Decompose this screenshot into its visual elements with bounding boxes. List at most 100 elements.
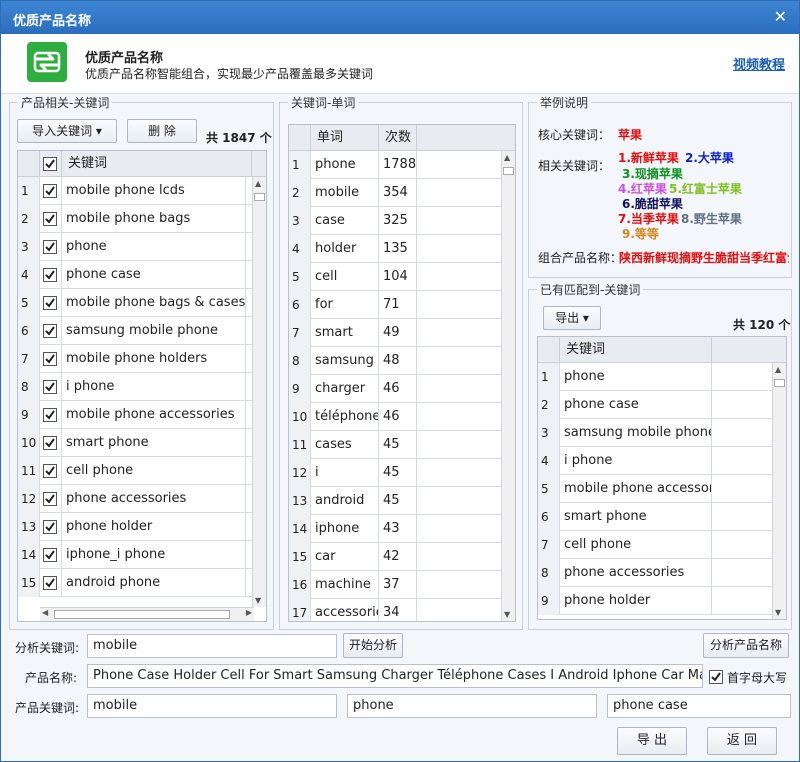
table-row[interactable]: 11 cell phone xyxy=(18,457,254,485)
row-checkbox-cell[interactable] xyxy=(40,569,62,597)
word-cell[interactable]: phone xyxy=(311,151,379,179)
table-row[interactable]: 1 phone xyxy=(538,363,774,391)
select-all-checkbox[interactable] xyxy=(40,151,62,177)
keyword-cell[interactable]: mobile phone holders xyxy=(62,345,246,373)
keyword-cell[interactable]: phone holder xyxy=(62,513,246,541)
row-checkbox[interactable] xyxy=(43,548,57,562)
word-cell[interactable]: mobile xyxy=(311,179,379,207)
word-cell[interactable]: accessories xyxy=(311,599,379,621)
row-checkbox[interactable] xyxy=(43,296,57,310)
row-checkbox[interactable] xyxy=(43,324,57,338)
row-checkbox-cell[interactable] xyxy=(40,233,62,261)
close-icon[interactable]: ✕ xyxy=(774,7,787,26)
row-checkbox-cell[interactable] xyxy=(40,429,62,457)
table-row[interactable]: 2 mobile phone bags xyxy=(18,205,254,233)
table-row[interactable]: 2 mobile 354 xyxy=(289,179,503,207)
matched-keyword-cell[interactable]: phone case xyxy=(560,391,712,419)
row-checkbox[interactable] xyxy=(43,240,57,254)
matched-keyword-cell[interactable]: cell phone xyxy=(560,531,712,559)
count-cell[interactable]: 48 xyxy=(379,347,417,375)
count-cell[interactable]: 43 xyxy=(379,515,417,543)
row-checkbox-cell[interactable] xyxy=(40,205,62,233)
count-cell[interactable]: 46 xyxy=(379,403,417,431)
table-row[interactable]: 10 téléphone 46 xyxy=(289,403,503,431)
table-row[interactable]: 1 phone 1788 xyxy=(289,151,503,179)
vertical-scrollbar[interactable]: ▲ ▼ xyxy=(772,363,786,619)
row-checkbox-cell[interactable] xyxy=(40,317,62,345)
count-cell[interactable]: 45 xyxy=(379,459,417,487)
capitalize-checkbox[interactable] xyxy=(709,670,723,684)
product-keyword-2[interactable]: phone xyxy=(347,694,597,718)
back-button[interactable]: 返 回 xyxy=(707,727,777,755)
scroll-down-icon[interactable]: ▼ xyxy=(255,596,261,605)
table-row[interactable]: 6 for 71 xyxy=(289,291,503,319)
word-cell[interactable]: cases xyxy=(311,431,379,459)
row-checkbox[interactable] xyxy=(43,268,57,282)
count-cell[interactable]: 104 xyxy=(379,263,417,291)
count-cell[interactable]: 42 xyxy=(379,543,417,571)
table-row[interactable]: 14 iphone_i phone xyxy=(18,541,254,569)
row-checkbox-cell[interactable] xyxy=(40,541,62,569)
table-row[interactable]: 15 car 42 xyxy=(289,543,503,571)
count-cell[interactable]: 45 xyxy=(379,487,417,515)
export-button[interactable]: 导 出 xyxy=(617,727,687,755)
keyword-cell[interactable]: cell phone xyxy=(62,457,246,485)
table-row[interactable]: 11 cases 45 xyxy=(289,431,503,459)
word-cell[interactable]: téléphone xyxy=(311,403,379,431)
row-checkbox-cell[interactable] xyxy=(40,457,62,485)
table-row[interactable]: 12 phone accessories xyxy=(18,485,254,513)
table-row[interactable]: 6 samsung mobile phone xyxy=(18,317,254,345)
keyword-cell[interactable]: phone case xyxy=(62,261,246,289)
table-row[interactable]: 4i phone xyxy=(538,447,774,475)
row-checkbox[interactable] xyxy=(43,352,57,366)
keyword-cell[interactable]: i phone xyxy=(62,373,246,401)
analyze-product-name-button[interactable]: 分析产品名称 xyxy=(703,633,789,658)
table-row[interactable]: 9 charger 46 xyxy=(289,375,503,403)
export-dropdown-button[interactable]: 导出 ▾ xyxy=(543,306,601,330)
delete-button[interactable]: 删 除 xyxy=(127,119,197,143)
table-row[interactable]: 5 mobile phone bags & cases xyxy=(18,289,254,317)
count-cell[interactable]: 135 xyxy=(379,235,417,263)
product-name-input[interactable]: Phone Case Holder Cell For Smart Samsung… xyxy=(87,664,703,688)
row-checkbox-cell[interactable] xyxy=(40,485,62,513)
word-cell[interactable]: samsung xyxy=(311,347,379,375)
analyze-keyword-input[interactable]: mobile xyxy=(87,634,337,658)
word-cell[interactable]: i xyxy=(311,459,379,487)
table-row[interactable]: 6 smart phone xyxy=(538,503,774,531)
word-cell[interactable]: holder xyxy=(311,235,379,263)
count-cell[interactable]: 34 xyxy=(379,599,417,621)
matched-keyword-cell[interactable]: phone xyxy=(560,363,712,391)
keyword-cell[interactable]: android phone xyxy=(62,569,246,597)
table-row[interactable]: 10 smart phone xyxy=(18,429,254,457)
word-cell[interactable]: android xyxy=(311,487,379,515)
scroll-right-icon[interactable]: ▶ xyxy=(246,608,252,617)
start-analysis-button[interactable]: 开始分析 xyxy=(343,633,403,658)
import-keywords-button[interactable]: 导入关键词 ▾ xyxy=(17,119,117,143)
word-cell[interactable]: case xyxy=(311,207,379,235)
table-row[interactable]: 8 phone accessories xyxy=(538,559,774,587)
table-row[interactable]: 16 machine 37 xyxy=(289,571,503,599)
row-checkbox-cell[interactable] xyxy=(40,345,62,373)
table-row[interactable]: 9 mobile phone accessories xyxy=(18,401,254,429)
count-cell[interactable]: 45 xyxy=(379,431,417,459)
word-cell[interactable]: smart xyxy=(311,319,379,347)
row-checkbox[interactable] xyxy=(43,184,57,198)
count-cell[interactable]: 354 xyxy=(379,179,417,207)
word-cell[interactable]: charger xyxy=(311,375,379,403)
table-row[interactable]: 7 smart 49 xyxy=(289,319,503,347)
horizontal-scrollbar[interactable]: ◀ ▶ xyxy=(40,607,254,621)
row-checkbox-cell[interactable] xyxy=(40,513,62,541)
row-checkbox-cell[interactable] xyxy=(40,373,62,401)
count-cell[interactable]: 325 xyxy=(379,207,417,235)
keyword-cell[interactable]: phone accessories xyxy=(62,485,246,513)
table-row[interactable]: 17accessories34 xyxy=(289,599,503,621)
table-row[interactable]: 7 cell phone xyxy=(538,531,774,559)
row-checkbox-cell[interactable] xyxy=(40,289,62,317)
scroll-down-icon[interactable]: ▼ xyxy=(775,608,781,617)
row-checkbox[interactable] xyxy=(43,520,57,534)
row-checkbox[interactable] xyxy=(43,380,57,394)
word-cell[interactable]: iphone xyxy=(311,515,379,543)
row-checkbox-cell[interactable] xyxy=(40,401,62,429)
keyword-cell[interactable]: mobile phone lcds xyxy=(62,177,246,205)
row-checkbox[interactable] xyxy=(43,436,57,450)
